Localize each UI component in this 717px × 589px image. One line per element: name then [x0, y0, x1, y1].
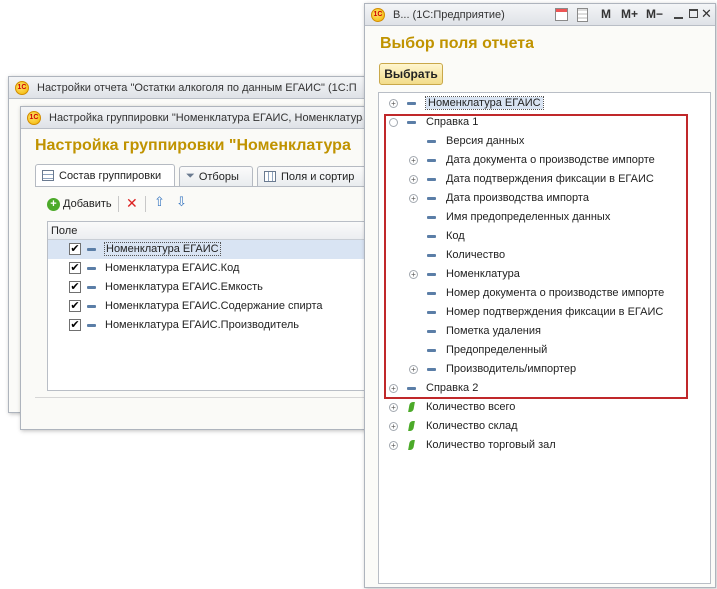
expand-icon[interactable]: + — [389, 99, 398, 108]
row-label: Номенклатура ЕГАИС.Код — [105, 262, 240, 274]
field-icon — [407, 102, 416, 105]
filter-icon: ⏷ — [186, 170, 195, 182]
field-icon — [87, 248, 96, 251]
table-row[interactable]: ✔ Номенклатура ЕГАИС.Код — [48, 259, 368, 278]
tab-filters[interactable]: ⏷ Отборы — [179, 166, 253, 186]
table-icon — [264, 171, 276, 182]
tree-item[interactable]: + Номенклатура ЕГАИС — [379, 94, 709, 113]
table-row[interactable]: ✔ Номенклатура ЕГАИС.Производитель — [48, 316, 368, 335]
field-selection-titlebar[interactable]: 1С В... (1С:Предприятие) M M+ M− ✕ — [365, 4, 715, 26]
column-header-field: Поле — [48, 222, 368, 240]
resource-icon — [408, 402, 415, 412]
checkbox[interactable]: ✔ — [69, 281, 81, 293]
calculator-icon[interactable] — [577, 8, 588, 22]
checkbox[interactable]: ✔ — [69, 243, 81, 255]
add-label: Добавить — [63, 198, 112, 210]
row-label: Номенклатура ЕГАИС — [104, 242, 221, 256]
checkbox[interactable]: ✔ — [69, 262, 81, 274]
delete-icon[interactable]: ✕ — [126, 195, 138, 211]
expand-icon[interactable]: + — [389, 422, 398, 431]
row-label: Номенклатура ЕГАИС.Емкость — [105, 281, 263, 293]
tab-fields-sorting[interactable]: Поля и сортир — [257, 166, 369, 186]
field-icon — [87, 305, 96, 308]
field-icon — [87, 267, 96, 270]
expand-icon[interactable]: + — [389, 441, 398, 450]
field-selection-header: Выбор поля отчета — [380, 35, 534, 52]
toolbar-separator — [118, 196, 119, 212]
resource-icon — [408, 440, 415, 450]
report-settings-title: Настройки отчета "Остатки алкоголя по да… — [37, 81, 357, 94]
add-icon: + — [47, 197, 60, 211]
minimize-icon[interactable] — [674, 17, 683, 19]
row-label: Номенклатура ЕГАИС.Содержание спирта — [105, 300, 323, 312]
table-row[interactable]: ✔ Номенклатура ЕГАИС.Емкость — [48, 278, 368, 297]
tab-label: Поля и сортир — [281, 170, 355, 183]
group-settings-window: 1С Настройка группировки "Номенклатура Е… — [20, 106, 370, 430]
tree-item[interactable]: + Количество торговый зал — [379, 436, 709, 455]
close-icon[interactable]: ✕ — [701, 6, 712, 22]
field-selection-window: 1С В... (1С:Предприятие) M M+ M− ✕ Выбор… — [364, 3, 716, 588]
checkbox[interactable]: ✔ — [69, 319, 81, 331]
toolbar-separator — [145, 196, 146, 212]
checkbox[interactable]: ✔ — [69, 300, 81, 312]
memory-plus-button[interactable]: M+ — [621, 7, 638, 21]
memory-minus-button[interactable]: M− — [646, 7, 663, 21]
resource-icon — [408, 421, 415, 431]
maximize-icon[interactable] — [689, 9, 698, 18]
group-settings-titlebar[interactable]: 1С Настройка группировки "Номенклатура Е… — [21, 107, 369, 129]
tab-label: Состав группировки — [59, 169, 162, 182]
tree-item-label: Количество склад — [426, 420, 518, 432]
row-label: Номенклатура ЕГАИС.Производитель — [105, 319, 299, 331]
tree-item[interactable]: + Количество склад — [379, 417, 709, 436]
move-up-icon[interactable]: ⇧ — [154, 194, 165, 210]
tree-item-label: Количество всего — [426, 401, 516, 413]
expand-icon[interactable]: + — [389, 403, 398, 412]
field-icon — [87, 286, 96, 289]
1c-logo-icon: 1С — [371, 7, 385, 22]
add-button[interactable]: + Добавить — [47, 195, 112, 213]
tab-label: Отборы — [198, 170, 239, 183]
tree-item-label: Количество торговый зал — [426, 439, 556, 451]
report-settings-titlebar[interactable]: 1С Настройки отчета "Остатки алкоголя по… — [9, 77, 369, 99]
field-icon — [87, 324, 96, 327]
group-settings-title: Настройка группировки "Номенклатура ЕГАИ… — [49, 111, 363, 124]
bottom-divider — [35, 397, 369, 398]
field-selection-title: В... (1С:Предприятие) — [393, 8, 505, 21]
highlight-frame — [384, 114, 688, 399]
table-icon — [42, 170, 54, 181]
select-button[interactable]: Выбрать — [379, 63, 443, 85]
table-row[interactable]: ✔ Номенклатура ЕГАИС.Содержание спирта — [48, 297, 368, 316]
group-settings-header: Настройка группировки "Номенклатура — [35, 137, 351, 154]
move-down-icon[interactable]: ⇩ — [176, 194, 187, 210]
tree-item-label: Номенклатура ЕГАИС — [425, 96, 544, 110]
calendar-icon[interactable] — [555, 8, 568, 21]
table-row[interactable]: ✔ Номенклатура ЕГАИС — [48, 240, 368, 259]
1c-logo-icon: 1С — [27, 110, 41, 125]
tree-item[interactable]: + Количество всего — [379, 398, 709, 417]
1c-logo-icon: 1С — [15, 80, 29, 95]
memory-button[interactable]: M — [601, 7, 611, 21]
tab-group-composition[interactable]: Состав группировки — [35, 164, 175, 186]
